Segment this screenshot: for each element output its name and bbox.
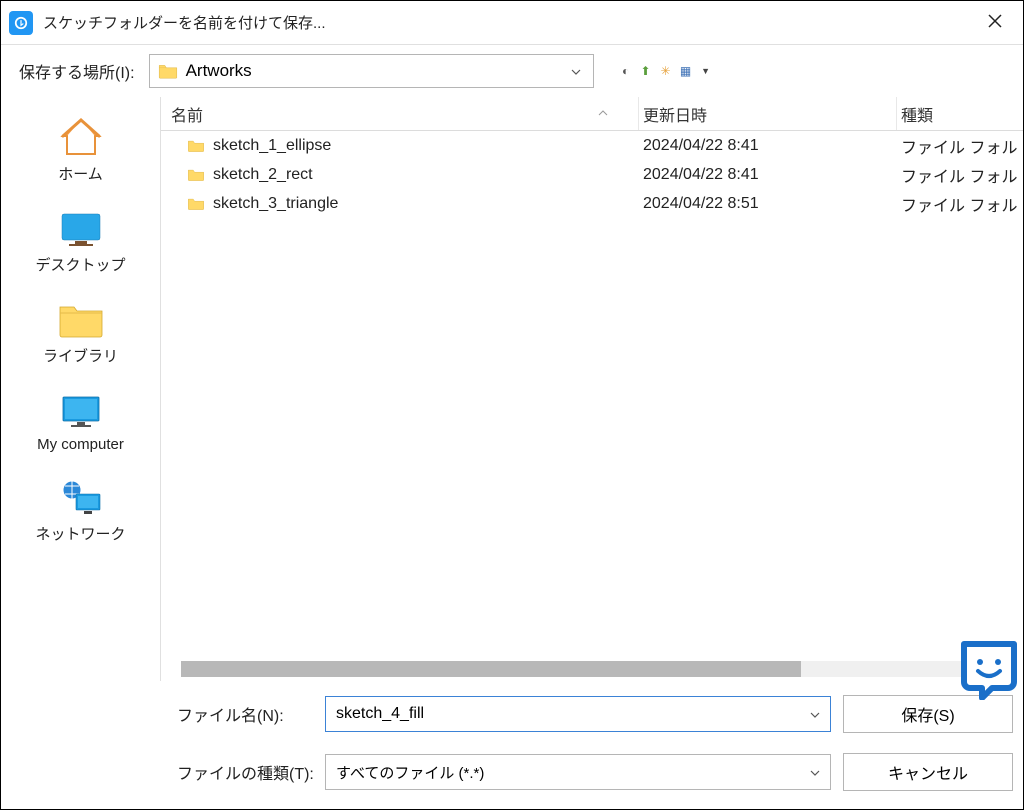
chevron-down-icon[interactable] xyxy=(810,765,820,779)
sidebar-item-network[interactable]: ネットワーク xyxy=(1,469,160,560)
column-header-date[interactable]: 更新日時 xyxy=(639,97,897,130)
home-icon xyxy=(59,117,103,159)
file-name: sketch_2_rect xyxy=(213,166,313,184)
file-type: ファイル フォル xyxy=(897,134,1023,158)
column-header-type[interactable]: 種類 xyxy=(897,97,1023,130)
filename-field[interactable] xyxy=(336,705,810,723)
file-date: 2024/04/22 8:51 xyxy=(639,195,897,213)
sidebar-item-home[interactable]: ホーム xyxy=(1,109,160,200)
view-menu-icon[interactable]: ▦ xyxy=(678,63,694,79)
location-row: 保存する場所(I): Artworks ◐ ⬆ ✳ ▦ ▼ xyxy=(1,45,1023,97)
sidebar-label: ネットワーク xyxy=(35,523,125,544)
back-icon[interactable]: ◐ xyxy=(618,63,634,79)
file-row[interactable]: sketch_2_rect 2024/04/22 8:41 ファイル フォル xyxy=(161,160,1023,189)
file-date: 2024/04/22 8:41 xyxy=(639,137,897,155)
folder-icon xyxy=(187,168,205,182)
location-folder-name: Artworks xyxy=(186,61,567,81)
sidebar-item-library[interactable]: ライブラリ xyxy=(1,291,160,382)
sort-indicator-icon xyxy=(598,108,608,119)
file-type: ファイル フォル xyxy=(897,163,1023,187)
library-icon xyxy=(58,299,104,341)
location-dropdown[interactable]: Artworks xyxy=(149,54,594,88)
close-button[interactable] xyxy=(975,11,1015,34)
chevron-down-icon[interactable] xyxy=(810,707,820,721)
places-sidebar: ホーム デスクトップ ライブラリ My computer xyxy=(1,97,161,681)
scrollbar-thumb[interactable] xyxy=(181,661,801,677)
sidebar-item-desktop[interactable]: デスクトップ xyxy=(1,200,160,291)
bottom-form: ファイル名(N): 保存(S) ファイルの種類(T): すべてのファイル (*.… xyxy=(1,681,1023,809)
sidebar-item-computer[interactable]: My computer xyxy=(1,382,160,469)
save-button[interactable]: 保存(S) xyxy=(843,695,1013,733)
chevron-down-icon xyxy=(567,64,585,78)
file-type: ファイル フォル xyxy=(897,192,1023,216)
new-folder-icon[interactable]: ✳ xyxy=(658,63,674,79)
column-headers: 名前 更新日時 種類 xyxy=(161,97,1023,131)
computer-icon xyxy=(59,390,103,432)
window-title: スケッチフォルダーを名前を付けて保存... xyxy=(43,12,975,33)
sidebar-label: ライブラリ xyxy=(43,345,118,366)
sidebar-label: ホーム xyxy=(58,163,103,184)
filetype-label: ファイルの種類(T): xyxy=(177,760,325,784)
file-row[interactable]: sketch_3_triangle 2024/04/22 8:51 ファイル フ… xyxy=(161,189,1023,218)
file-name: sketch_3_triangle xyxy=(213,195,338,213)
save-dialog: スケッチフォルダーを名前を付けて保存... 保存する場所(I): Artwork… xyxy=(0,0,1024,810)
up-icon[interactable]: ⬆ xyxy=(638,63,654,79)
filename-label: ファイル名(N): xyxy=(177,702,325,726)
filetype-dropdown[interactable]: すべてのファイル (*.*) xyxy=(325,754,831,790)
main-area: ホーム デスクトップ ライブラリ My computer xyxy=(1,97,1023,681)
location-label: 保存する場所(I): xyxy=(19,59,135,83)
file-name: sketch_1_ellipse xyxy=(213,137,331,155)
view-dropdown-icon[interactable]: ▼ xyxy=(698,63,714,79)
file-date: 2024/04/22 8:41 xyxy=(639,166,897,184)
app-icon xyxy=(9,11,33,35)
folder-icon xyxy=(187,197,205,211)
desktop-icon xyxy=(59,208,103,250)
file-pane: 名前 更新日時 種類 sketch_1_ellipse 2024/04/22 8… xyxy=(161,97,1023,681)
folder-icon xyxy=(158,63,178,79)
sidebar-label: デスクトップ xyxy=(35,254,125,275)
support-badge-icon[interactable] xyxy=(958,638,1020,700)
title-bar: スケッチフォルダーを名前を付けて保存... xyxy=(1,1,1023,45)
filetype-value: すべてのファイル (*.*) xyxy=(336,762,810,783)
location-toolbar: ◐ ⬆ ✳ ▦ ▼ xyxy=(618,63,714,79)
cancel-button[interactable]: キャンセル xyxy=(843,753,1013,791)
file-list[interactable]: sketch_1_ellipse 2024/04/22 8:41 ファイル フォ… xyxy=(161,131,1023,661)
folder-icon xyxy=(187,139,205,153)
column-header-name[interactable]: 名前 xyxy=(161,97,639,130)
horizontal-scrollbar[interactable] xyxy=(181,661,1015,677)
filename-input[interactable] xyxy=(325,696,831,732)
network-icon xyxy=(58,477,104,519)
file-row[interactable]: sketch_1_ellipse 2024/04/22 8:41 ファイル フォ… xyxy=(161,131,1023,160)
sidebar-label: My computer xyxy=(37,436,124,453)
